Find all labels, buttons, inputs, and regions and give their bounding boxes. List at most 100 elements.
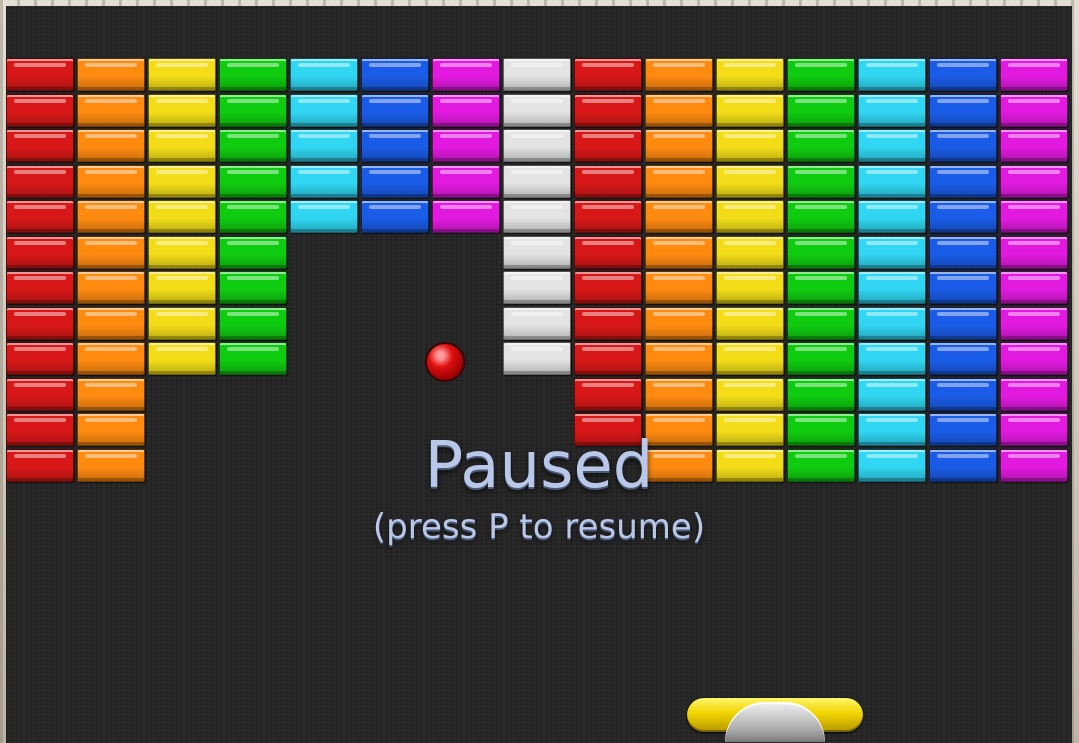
brick xyxy=(645,164,713,198)
brick xyxy=(6,448,74,482)
brick xyxy=(929,235,997,269)
brick xyxy=(6,306,74,340)
brick xyxy=(1000,448,1068,482)
brick xyxy=(929,342,997,375)
brick xyxy=(858,377,926,411)
brick xyxy=(787,448,855,482)
brick xyxy=(858,129,926,162)
brick xyxy=(6,200,74,233)
brick xyxy=(361,200,429,233)
brick xyxy=(6,93,74,127)
brick xyxy=(77,93,145,127)
brick xyxy=(432,129,500,162)
brick xyxy=(645,58,713,91)
brick xyxy=(858,448,926,482)
brick xyxy=(219,342,287,375)
brick xyxy=(929,448,997,482)
brick xyxy=(1000,93,1068,127)
brick xyxy=(574,164,642,198)
brick xyxy=(716,200,784,233)
brick xyxy=(716,58,784,91)
brick xyxy=(77,58,145,91)
brick xyxy=(574,271,642,304)
brick xyxy=(716,413,784,446)
brick xyxy=(929,93,997,127)
brick xyxy=(645,129,713,162)
brick xyxy=(290,164,358,198)
brick xyxy=(77,413,145,446)
brick xyxy=(574,306,642,340)
brick xyxy=(645,342,713,375)
brick xyxy=(787,342,855,375)
brick xyxy=(6,58,74,91)
brick xyxy=(1000,164,1068,198)
pause-hint: (press P to resume) xyxy=(372,507,706,547)
brick xyxy=(503,129,571,162)
brick xyxy=(219,200,287,233)
brick xyxy=(503,200,571,233)
brick xyxy=(219,129,287,162)
brick xyxy=(6,271,74,304)
brick xyxy=(858,58,926,91)
brick xyxy=(645,306,713,340)
brick xyxy=(1000,200,1068,233)
brick xyxy=(574,342,642,375)
brick xyxy=(858,271,926,304)
brick xyxy=(716,129,784,162)
brick xyxy=(929,306,997,340)
brick xyxy=(929,200,997,233)
ball xyxy=(427,344,463,380)
brick xyxy=(1000,235,1068,269)
brick xyxy=(858,93,926,127)
brick xyxy=(290,58,358,91)
brick xyxy=(787,200,855,233)
brick xyxy=(6,129,74,162)
brick xyxy=(929,164,997,198)
brick xyxy=(1000,129,1068,162)
brick xyxy=(1000,413,1068,446)
brick xyxy=(787,58,855,91)
brick xyxy=(1000,271,1068,304)
brick xyxy=(432,164,500,198)
brick xyxy=(503,58,571,91)
brick xyxy=(645,93,713,127)
brick xyxy=(77,200,145,233)
brick xyxy=(503,342,571,375)
game-playfield[interactable]: Paused (press P to resume) xyxy=(6,6,1072,743)
brick xyxy=(148,306,216,340)
brick xyxy=(219,164,287,198)
brick xyxy=(290,93,358,127)
brick xyxy=(148,93,216,127)
brick xyxy=(1000,306,1068,340)
brick xyxy=(787,129,855,162)
brick xyxy=(148,58,216,91)
brick xyxy=(574,377,642,411)
brick xyxy=(148,200,216,233)
brick xyxy=(716,306,784,340)
brick xyxy=(503,306,571,340)
brick xyxy=(716,93,784,127)
brick xyxy=(219,306,287,340)
brick xyxy=(716,235,784,269)
brick xyxy=(645,448,713,482)
brick xyxy=(858,200,926,233)
brick xyxy=(787,235,855,269)
brick xyxy=(361,164,429,198)
brick xyxy=(858,164,926,198)
brick xyxy=(290,200,358,233)
brick xyxy=(1000,342,1068,375)
brick xyxy=(77,448,145,482)
brick xyxy=(432,58,500,91)
brick xyxy=(787,271,855,304)
brick xyxy=(77,235,145,269)
paddle-center xyxy=(725,702,825,742)
brick xyxy=(219,58,287,91)
paddle[interactable] xyxy=(687,698,863,742)
brick xyxy=(432,200,500,233)
brick xyxy=(77,129,145,162)
brick xyxy=(574,58,642,91)
brick xyxy=(148,271,216,304)
brick xyxy=(858,306,926,340)
brick xyxy=(77,377,145,411)
brick xyxy=(77,342,145,375)
